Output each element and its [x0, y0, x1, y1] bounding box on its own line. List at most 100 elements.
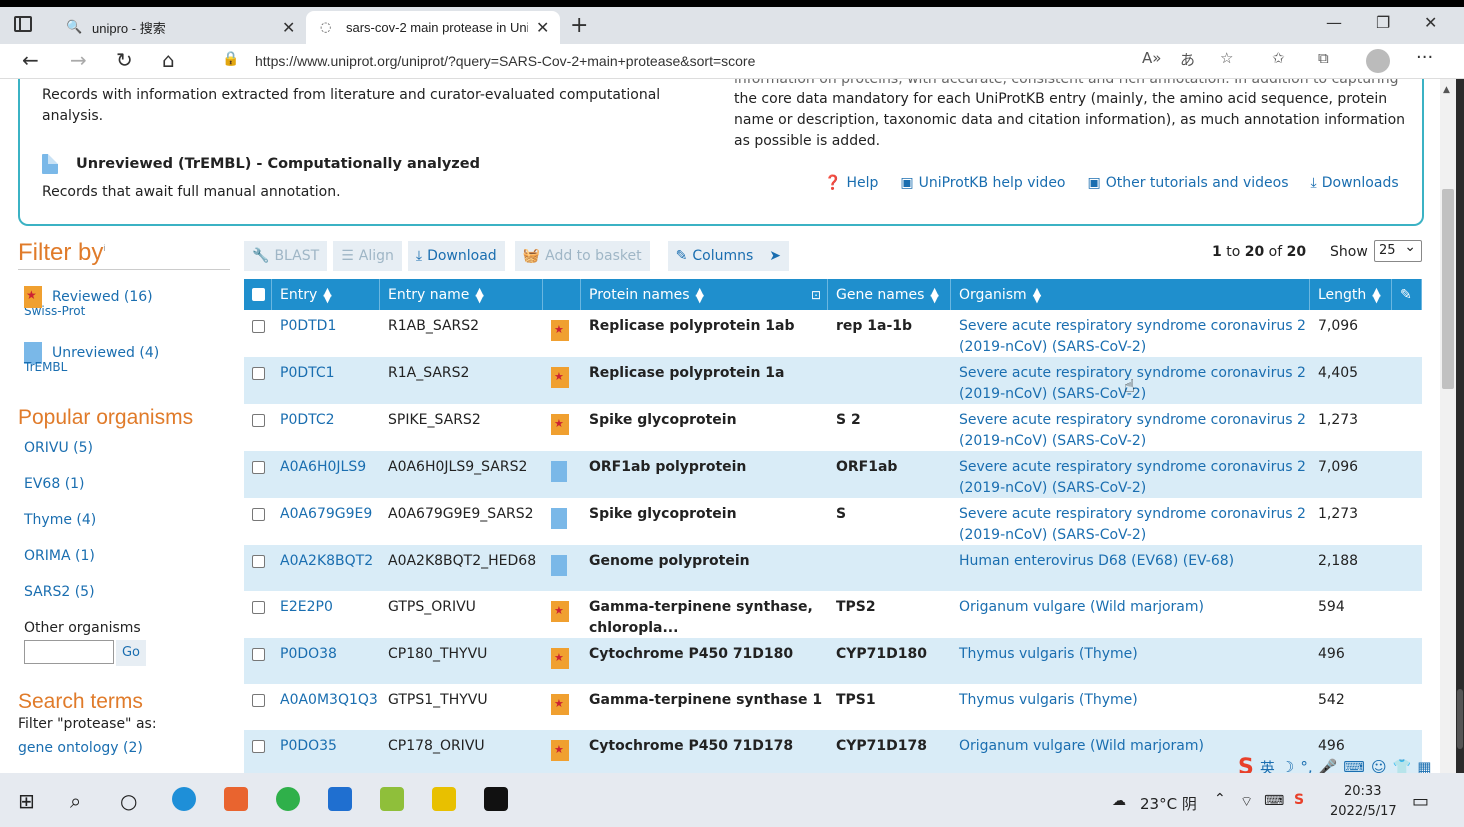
row-checkbox[interactable] [252, 320, 265, 333]
reload-icon[interactable]: ↻ [116, 48, 133, 72]
table-row[interactable]: P0DO38 CP180_THYVU Cytochrome P450 71D180 C… [244, 638, 1422, 684]
organism-link[interactable]: Severe acute respiratory syndrome corona… [951, 404, 1310, 451]
wps-presentation-icon[interactable] [224, 787, 248, 811]
col-entry-name[interactable]: Entry name ▲ ▼ [380, 279, 543, 310]
entry-link[interactable]: P0DO35 [272, 730, 380, 773]
new-tab-icon[interactable]: + [570, 13, 588, 38]
tab-unipro-search[interactable]: 🔍 unipro - 搜索 ✕ [52, 11, 306, 44]
photos-icon[interactable] [328, 787, 352, 811]
help-link[interactable]: ❓ Help [824, 175, 878, 191]
organism-link[interactable]: Severe acute respiratory syndrome corona… [951, 310, 1310, 357]
downloads-link[interactable]: ⤓ Downloads [1311, 175, 1399, 191]
organism-item[interactable]: ORIMA (1) [24, 548, 230, 584]
sogou-tray-icon[interactable]: S [1294, 792, 1304, 808]
scroll-up-icon[interactable]: ▲ [1443, 85, 1450, 95]
entry-link[interactable]: P0DO38 [272, 638, 380, 684]
task-view-icon[interactable]: ○ [120, 789, 137, 813]
window-close-icon[interactable]: ✕ [1424, 13, 1437, 32]
translate-icon[interactable]: あ [1180, 49, 1195, 70]
page-scrollbar[interactable]: ▲ [1440, 79, 1456, 773]
expand-icon[interactable]: ⊡ [811, 288, 821, 302]
chevron-up-icon[interactable]: ⌃ [1214, 791, 1226, 807]
close-icon[interactable]: ✕ [282, 18, 295, 37]
entry-link[interactable]: A0A0M3Q1Q3 [272, 684, 380, 730]
tutorials-link[interactable]: ▣ Other tutorials and videos [1088, 175, 1289, 191]
tab-uniprot-results[interactable]: ◌ sars-cov-2 main protease in Unil ✕ [306, 11, 560, 44]
organism-link[interactable]: Human enterovirus D68 (EV68) (EV-68) [951, 545, 1310, 591]
organism-item[interactable]: Thyme (4) [24, 512, 230, 548]
organism-link[interactable]: Thymus vulgaris (Thyme) [951, 638, 1310, 684]
clock-date[interactable]: 2022/5/17 [1330, 804, 1397, 819]
row-checkbox[interactable] [252, 508, 265, 521]
collections-icon[interactable]: ⧉ [1318, 49, 1329, 67]
organism-link[interactable]: Severe acute respiratory syndrome corona… [951, 498, 1310, 545]
blast-button[interactable]: 🔧 BLAST [244, 241, 328, 271]
more-icon[interactable]: ··· [1416, 47, 1433, 68]
col-gene-names[interactable]: Gene names ▲ ▼ [828, 279, 951, 310]
forward-icon[interactable]: → [70, 48, 87, 72]
organism-item[interactable]: ORIVU (5) [24, 440, 230, 476]
minimize-icon[interactable]: — [1326, 13, 1342, 32]
windows-start-icon[interactable]: ⊞ [18, 789, 35, 813]
share-button[interactable]: ➤ [761, 241, 790, 271]
back-icon[interactable]: ← [22, 48, 39, 72]
entry-link[interactable]: E2E2P0 [272, 591, 380, 638]
babel-icon[interactable] [432, 787, 456, 811]
row-checkbox[interactable] [252, 367, 265, 380]
organism-link[interactable]: Thymus vulgaris (Thyme) [951, 684, 1310, 730]
lock-icon[interactable]: 🔒 [222, 51, 239, 67]
table-row[interactable]: A0A0M3Q1Q3 GTPS1_THYVU Gamma-terpinene syn… [244, 684, 1422, 730]
close-icon[interactable]: ✕ [536, 18, 549, 37]
row-checkbox[interactable] [252, 414, 265, 427]
select-all-checkbox[interactable] [252, 288, 265, 301]
notepad-icon[interactable] [380, 787, 404, 811]
col-protein-names[interactable]: Protein names ▲ ▼ ⊡ [581, 279, 828, 310]
favorite-add-icon[interactable]: ☆ [1220, 49, 1233, 67]
wifi-icon[interactable]: ⌔ [1240, 793, 1253, 811]
go-button[interactable]: Go [116, 640, 146, 666]
gene-ontology-link[interactable]: gene ontology (2) [18, 740, 230, 756]
filter-reviewed[interactable]: Reviewed (16) Swiss-Prot [18, 286, 230, 328]
organism-link[interactable]: Origanum vulgare (Wild marjoram) [951, 591, 1310, 638]
entry-link[interactable]: P0DTC1 [272, 357, 380, 404]
wechat-icon[interactable] [276, 787, 300, 811]
entry-link[interactable]: A0A6H0JLS9 [272, 451, 380, 498]
page-size-select[interactable]: 25 [1374, 237, 1422, 262]
add-to-basket-button[interactable]: 🧺 Add to basket [514, 241, 650, 271]
row-checkbox[interactable] [252, 740, 265, 753]
filter-unreviewed[interactable]: Unreviewed (4) TrEMBL [18, 342, 230, 384]
terminal-icon[interactable] [484, 787, 508, 811]
tab-actions-icon[interactable] [14, 16, 32, 32]
row-checkbox[interactable] [252, 461, 265, 474]
columns-button[interactable]: ✎ Columns [667, 241, 762, 271]
row-checkbox[interactable] [252, 555, 265, 568]
entry-link[interactable]: P0DTD1 [272, 310, 380, 357]
table-row[interactable]: P0DTC2 SPIKE_SARS2 Spike glycoprotein S 2 Se… [244, 404, 1422, 451]
entry-link[interactable]: P0DTC2 [272, 404, 380, 451]
weather-icon[interactable]: ☁ [1112, 793, 1126, 809]
download-button[interactable]: ⤓ Download [407, 241, 505, 271]
entry-link[interactable]: A0A2K8BQT2 [272, 545, 380, 591]
organism-input[interactable] [24, 640, 114, 664]
row-checkbox[interactable] [252, 694, 265, 707]
weather-text[interactable]: 23°C 阴 [1140, 793, 1197, 814]
scroll-thumb[interactable] [1442, 189, 1454, 389]
table-row[interactable]: A0A6H0JLS9 A0A6H0JLS9_SARS2 ORF1ab polypro… [244, 451, 1422, 498]
col-length[interactable]: Length ▲ ▼ [1310, 279, 1392, 310]
organism-item[interactable]: EV68 (1) [24, 476, 230, 512]
row-checkbox[interactable] [252, 648, 265, 661]
edge-browser-icon[interactable] [172, 787, 196, 811]
table-row[interactable]: P0DTC1R1A_SARS2Replicase polyprotein 1aS… [244, 357, 1422, 404]
row-checkbox[interactable] [252, 601, 265, 614]
read-aloud-icon[interactable]: A» [1142, 49, 1161, 67]
align-button[interactable]: ☰ Align [333, 241, 402, 271]
col-edit[interactable]: ✎ [1392, 279, 1422, 310]
entry-link[interactable]: A0A679G9E9 [272, 498, 380, 545]
favorites-icon[interactable]: ✩ [1272, 49, 1285, 67]
table-row[interactable]: A0A2K8BQT2 A0A2K8BQT2_HED68 Genome polypro… [244, 545, 1422, 591]
url-field[interactable]: 🔒 https://www.uniprot.org/uniprot/?query… [210, 47, 1260, 76]
table-row[interactable]: P0DTD1 R1AB_SARS2 Replicase polyprotein 1a… [244, 310, 1422, 357]
profile-avatar[interactable] [1366, 49, 1390, 73]
notification-icon[interactable]: ▭ [1412, 791, 1429, 812]
clock-time[interactable]: 20:33 [1344, 784, 1381, 799]
